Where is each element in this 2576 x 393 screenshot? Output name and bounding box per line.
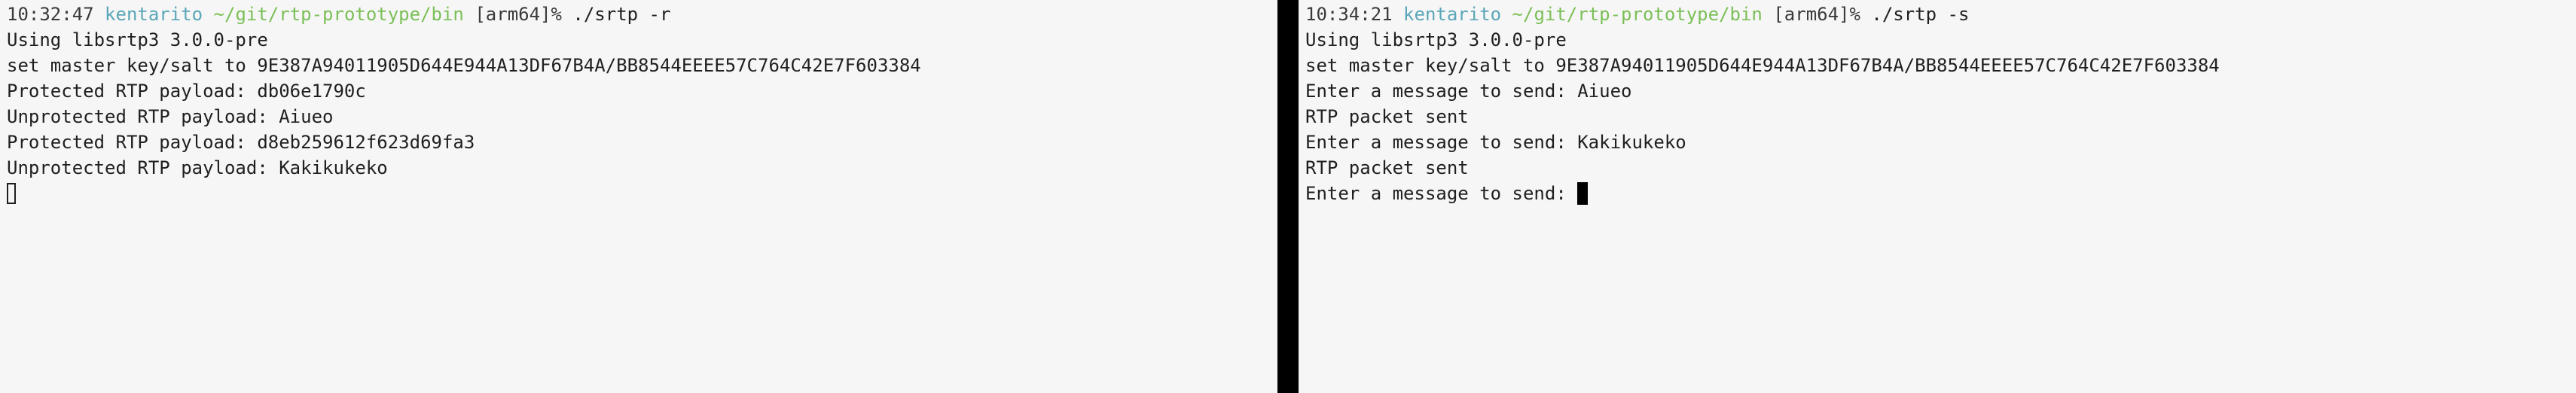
pane-divider[interactable] (1277, 0, 1299, 393)
prompt-command: ./srtp -r (572, 4, 671, 25)
output-line: Protected RTP payload: db06e1790c (7, 81, 366, 102)
text-cursor-active (1577, 182, 1589, 205)
output-line: Enter a message to send: Aiueo (1305, 81, 1632, 102)
prompt-user: kentarito (105, 4, 203, 25)
output-line: Protected RTP payload: d8eb259612f623d69… (7, 132, 475, 153)
terminal-split-view: 10:32:47 kentarito ~/git/rtp-prototype/b… (0, 0, 2576, 393)
output-line: Unprotected RTP payload: Kakikukeko (7, 157, 388, 178)
text-cursor-inactive (7, 183, 16, 204)
cursor-line[interactable] (7, 181, 1277, 206)
prompt-time: 10:32:47 (7, 4, 94, 25)
prompt-line: 10:34:21 kentarito ~/git/rtp-prototype/b… (1305, 2, 2576, 27)
output-line: set master key/salt to 9E387A94011905D64… (1305, 55, 2220, 76)
prompt-arch: [arm64]% (475, 4, 562, 25)
output-line: Unprotected RTP payload: Aiueo (7, 106, 334, 127)
prompt-arch: [arm64]% (1773, 4, 1860, 25)
terminal-pane-right[interactable]: 10:34:21 kentarito ~/git/rtp-prototype/b… (1299, 0, 2576, 393)
output-line: Enter a message to send: Kakikukeko (1305, 132, 1686, 153)
prompt-path: ~/git/rtp-prototype/bin (213, 4, 464, 25)
prompt-time: 10:34:21 (1305, 4, 1393, 25)
output-line: Using libsrtp3 3.0.0-pre (1305, 29, 1567, 50)
prompt-user: kentarito (1403, 4, 1502, 25)
output-line: RTP packet sent (1305, 106, 1469, 127)
output-line: set master key/salt to 9E387A94011905D64… (7, 55, 921, 76)
input-line[interactable]: Enter a message to send: (1305, 181, 2576, 206)
input-prompt: Enter a message to send: (1305, 183, 1578, 204)
output-line: Using libsrtp3 3.0.0-pre (7, 29, 268, 50)
prompt-command: ./srtp -s (1871, 4, 1970, 25)
prompt-path: ~/git/rtp-prototype/bin (1512, 4, 1763, 25)
output-line: RTP packet sent (1305, 157, 1469, 178)
terminal-pane-left[interactable]: 10:32:47 kentarito ~/git/rtp-prototype/b… (0, 0, 1277, 393)
prompt-line: 10:32:47 kentarito ~/git/rtp-prototype/b… (7, 2, 1277, 27)
